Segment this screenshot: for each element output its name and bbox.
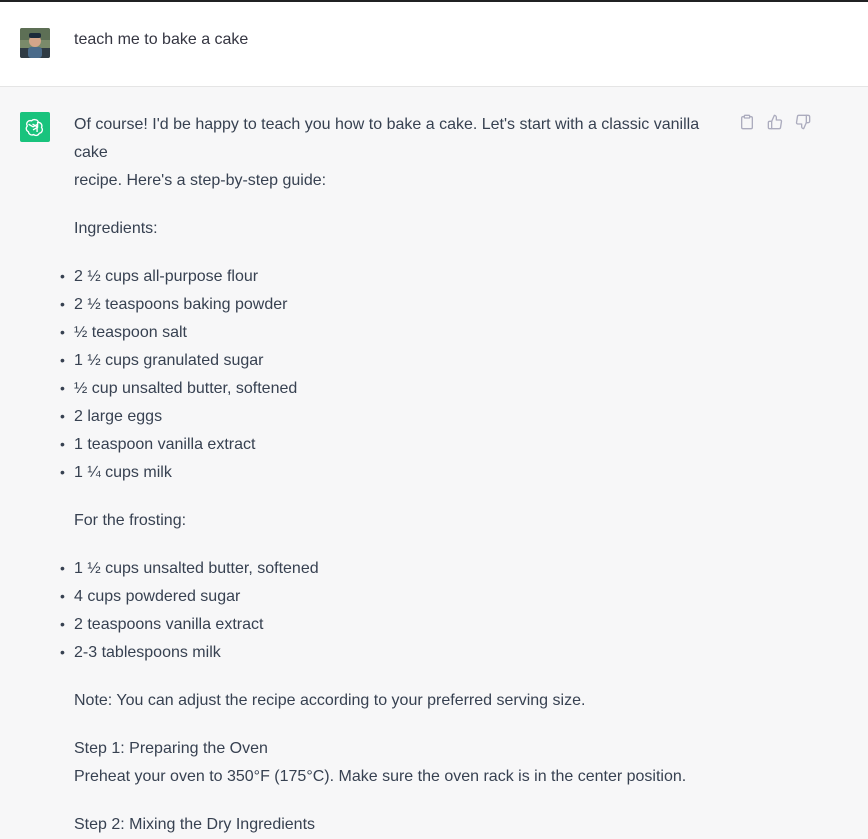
- list-item: 2 teaspoons vanilla extract: [60, 610, 728, 639]
- step-1-title: Step 1: Preparing the Oven: [74, 740, 268, 757]
- list-item: 2 large eggs: [60, 402, 728, 431]
- list-item: 1 ¼ cups milk: [60, 458, 728, 487]
- list-item: 1 ½ cups unsalted butter, softened: [60, 554, 728, 583]
- list-item: 2 ½ teaspoons baking powder: [60, 290, 728, 319]
- list-item: 4 cups powdered sugar: [60, 582, 728, 611]
- list-item: 1 ½ cups granulated sugar: [60, 346, 728, 375]
- list-item: 2 ½ cups all-purpose flour: [60, 262, 728, 291]
- list-item: ½ teaspoon salt: [60, 318, 728, 347]
- message-actions: [738, 113, 812, 131]
- assistant-message-body: Of course! I'd be happy to teach you how…: [60, 111, 734, 839]
- list-item: 1 teaspoon vanilla extract: [60, 430, 728, 459]
- list-item: 2-3 tablespoons milk: [60, 638, 728, 667]
- user-avatar: [20, 28, 50, 58]
- list-item: ½ cup unsalted butter, softened: [60, 374, 728, 403]
- ingredients-list: 2 ½ cups all-purpose flour 2 ½ teaspoons…: [60, 262, 734, 487]
- intro-line-1: Of course! I'd be happy to teach you how…: [74, 116, 700, 161]
- frosting-list: 1 ½ cups unsalted butter, softened 4 cup…: [60, 554, 734, 667]
- frosting-heading: For the frosting:: [74, 512, 187, 529]
- step-2-title: Step 2: Mixing the Dry Ingredients: [74, 816, 316, 833]
- thumbs-up-icon[interactable]: [766, 113, 784, 131]
- note-text: Note: You can adjust the recipe accordin…: [74, 692, 586, 709]
- user-message-row: teach me to bake a cake: [0, 2, 868, 87]
- assistant-message-row: Of course! I'd be happy to teach you how…: [0, 87, 868, 833]
- ingredients-heading: Ingredients:: [74, 220, 158, 237]
- openai-logo-icon: [20, 112, 50, 142]
- clipboard-icon[interactable]: [738, 113, 756, 131]
- step-1-text: Preheat your oven to 350°F (175°C). Make…: [74, 768, 687, 785]
- user-message-text: teach me to bake a cake: [74, 31, 249, 48]
- intro-line-2: recipe. Here's a step-by-step guide:: [74, 172, 327, 189]
- thumbs-down-icon[interactable]: [794, 113, 812, 131]
